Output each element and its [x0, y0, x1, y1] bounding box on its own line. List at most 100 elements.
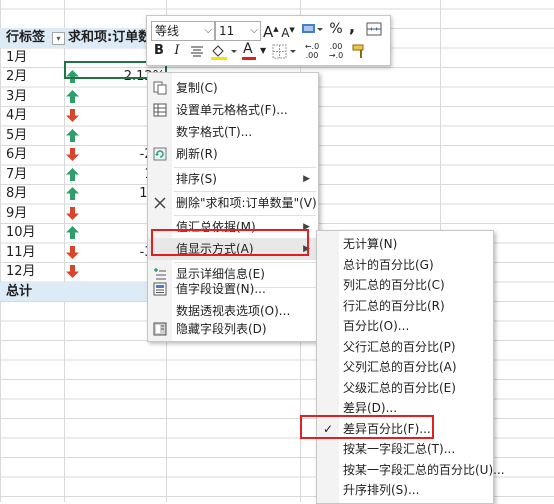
submenu-item-label: 升序排列(S)... [343, 483, 420, 497]
arrow-down-icon [66, 245, 79, 259]
submenu-item[interactable]: 按某一字段汇总(T)... [317, 439, 493, 460]
context-menu: 复制(C) 设置单元格格式(F)... 数字格式(T)... 刷新(R) 排序(… [147, 72, 319, 342]
align-center-icon [191, 46, 203, 57]
menu-item-refresh[interactable]: 刷新(R) [148, 143, 318, 165]
pivot-row[interactable]: 4月-7. [0, 106, 165, 126]
submenu-item-label: 百分比(O)... [343, 319, 410, 333]
borders-button[interactable] [271, 42, 299, 60]
submenu-item[interactable]: 按某一字段汇总的百分比(U)... [317, 460, 505, 481]
show-values-as-submenu: 无计算(N) 总计的百分比(G) 列汇总的百分比(C) 行汇总的百分比(R) 百分比(O… [316, 230, 505, 504]
highlight-difference-percent [300, 415, 434, 439]
pivot-row[interactable]: 10月8. [0, 223, 165, 243]
remove-x-icon [154, 197, 166, 209]
shrink-font-button[interactable]: A▼ [281, 21, 295, 40]
row-label: 7月 [6, 166, 28, 182]
refresh-icon [153, 147, 167, 161]
arrow-up-icon [66, 128, 79, 142]
accounting-format-icon [302, 24, 323, 33]
chevron-down-icon[interactable]: ⌵ [250, 22, 258, 40]
submenu-item-label: 按某一字段汇总(T)... [343, 442, 456, 456]
menu-item-field-settings[interactable]: 值字段设置(N)... [148, 278, 318, 300]
grow-font-button[interactable]: A▲ [263, 20, 279, 41]
decrease-decimal-button[interactable]: .00 →.0 [325, 42, 347, 60]
fill-bucket-icon [211, 45, 237, 60]
menu-item-label: 排序(S) [176, 172, 217, 186]
comma-style-button[interactable]: , [347, 18, 357, 36]
grow-font-icon: A [263, 23, 274, 41]
submenu-item-label: 总计的百分比(G) [343, 257, 434, 272]
percent-style-button[interactable]: % [329, 20, 343, 38]
pivot-row[interactable]: 9月-2. [0, 204, 165, 224]
fill-color-button[interactable] [209, 42, 239, 60]
format-painter-button[interactable] [351, 42, 369, 60]
italic-button[interactable]: I [171, 42, 183, 60]
merge-center-button[interactable] [365, 20, 383, 38]
pivot-row[interactable]: 12月-8. [0, 262, 165, 282]
menu-item-label: 设置单元格格式(F)... [176, 103, 288, 117]
pivot-row[interactable]: 5月5. [0, 126, 165, 146]
menu-item-label: 删除"求和项:订单数量"(V) [176, 196, 317, 210]
field-list-icon [153, 322, 167, 336]
pivot-row[interactable]: 3月8. [0, 87, 165, 107]
mini-toolbar: 等线 ⌵ 11 ⌵ A▲ A▼ % , B I A ▼ ←.0 .00 .00 … [146, 15, 391, 66]
highlight-show-values-as [151, 229, 309, 256]
chevron-down-icon[interactable]: ▼ [260, 42, 266, 60]
copy-icon [153, 81, 167, 95]
pivot-row[interactable]: 11月-32. [0, 243, 165, 263]
menu-item-label: 值字段设置(N)... [176, 282, 266, 296]
arrow-up-icon [66, 167, 79, 181]
row-label: 8月 [6, 186, 28, 201]
submenu-item[interactable]: 列汇总的百分比(C) [317, 275, 493, 296]
arrow-up-icon [66, 89, 79, 103]
pivot-row[interactable]: 8月14.( [0, 184, 165, 204]
menu-item-remove-field[interactable]: 删除"求和项:订单数量"(V) [148, 192, 318, 214]
align-center-button[interactable] [189, 42, 205, 60]
chevron-down-icon[interactable]: ⌵ [204, 22, 212, 40]
menu-item-format-cells[interactable]: 设置单元格格式(F)... [148, 99, 318, 121]
grand-total-label: 总计 [6, 283, 33, 299]
arrow-down-icon [66, 109, 79, 122]
row-label: 12月 [6, 264, 36, 279]
submenu-item-label: 父列汇总的百分比(A) [343, 360, 457, 374]
submenu-item-label: 无计算(N) [343, 237, 398, 251]
submenu-item[interactable]: 父级汇总的百分比(E) [317, 378, 493, 399]
submenu-item[interactable]: 行汇总的百分比(R) [317, 296, 493, 317]
filter-dropdown-icon[interactable]: ▾ [52, 32, 65, 45]
font-name-combo[interactable]: 等线 ⌵ [151, 21, 215, 41]
submenu-item-label: 行汇总的百分比(R) [343, 298, 445, 313]
value-field-header[interactable]: 求和项:订单数 [68, 28, 151, 48]
bold-button[interactable]: B [153, 42, 165, 60]
pivot-row[interactable]: 6月-21. [0, 145, 165, 165]
row-label: 9月 [6, 205, 28, 221]
submenu-item[interactable]: 父列汇总的百分比(A) [317, 357, 493, 378]
row-label: 6月 [6, 147, 28, 162]
row-labels-header[interactable]: 行标签 [6, 28, 45, 48]
pivot-row[interactable]: 7月15. [0, 165, 165, 185]
arrow-down-icon [66, 148, 79, 161]
row-label: 10月 [6, 225, 36, 240]
submenu-item-label: 父级汇总的百分比(E) [343, 380, 456, 395]
font-size-combo[interactable]: 11 ⌵ [215, 21, 261, 41]
increase-decimal-button[interactable]: ←.0 .00 [301, 42, 323, 60]
submenu-item[interactable]: 总计的百分比(G) [317, 255, 493, 276]
row-label: 11月 [6, 244, 36, 260]
pivot-body: 1月2月2.12%3月8.4月-7.5月5.6月-21.7月15.8月14.(9… [0, 48, 165, 282]
menu-item-copy[interactable]: 复制(C) [148, 77, 318, 99]
submenu-arrow-icon: ▶ [303, 174, 310, 184]
menu-item-hide-field-list[interactable]: 隐藏字段列表(D) [148, 318, 318, 340]
row-label: 5月 [6, 127, 28, 143]
submenu-item[interactable]: 百分比(O)... [317, 316, 493, 337]
pivot-total-row[interactable]: 总计 [0, 281, 165, 301]
submenu-item[interactable]: 父行汇总的百分比(P) [317, 337, 493, 358]
menu-item-label: 复制(C) [176, 81, 218, 95]
row-label: 2月 [6, 69, 28, 84]
accounting-format-button[interactable] [301, 20, 325, 38]
font-size-value: 11 [219, 24, 235, 38]
submenu-item[interactable]: 升序排列(S)... [317, 480, 493, 501]
borders-icon [272, 44, 296, 59]
submenu-item[interactable]: 无计算(N) [317, 234, 493, 255]
menu-item-number-format[interactable]: 数字格式(T)... [148, 121, 318, 143]
menu-item-label: 刷新(R) [176, 147, 218, 161]
menu-item-sort[interactable]: 排序(S) ▶ [148, 168, 318, 190]
font-color-button[interactable]: A ▼ [241, 41, 269, 60]
